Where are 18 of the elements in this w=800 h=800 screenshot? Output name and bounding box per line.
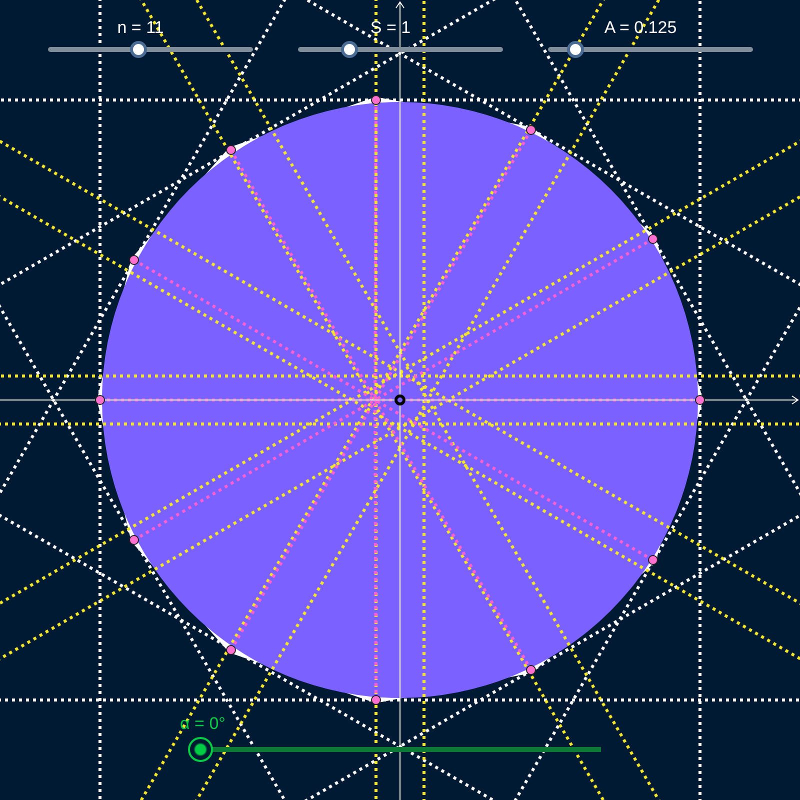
vertex-point bbox=[226, 145, 236, 155]
vertex-point bbox=[371, 695, 381, 705]
vertex-point bbox=[695, 395, 705, 405]
vertex-point bbox=[526, 125, 536, 135]
angle-slider-thumb[interactable] bbox=[188, 737, 213, 762]
slider-label: S = 1 bbox=[370, 18, 411, 38]
origin-point bbox=[394, 394, 406, 406]
slider-label: n = 11 bbox=[117, 18, 164, 38]
slider-thumb[interactable] bbox=[130, 41, 147, 58]
vertex-point bbox=[95, 395, 105, 405]
vertex-point bbox=[371, 95, 381, 105]
vertex-point bbox=[648, 234, 658, 244]
slider-thumb[interactable] bbox=[341, 41, 358, 58]
vertex-point bbox=[129, 255, 139, 265]
slider-thumb[interactable] bbox=[566, 41, 584, 58]
vertex-point bbox=[129, 535, 139, 545]
slider-label: A = 0.125 bbox=[604, 18, 677, 38]
vertex-point bbox=[526, 665, 536, 675]
